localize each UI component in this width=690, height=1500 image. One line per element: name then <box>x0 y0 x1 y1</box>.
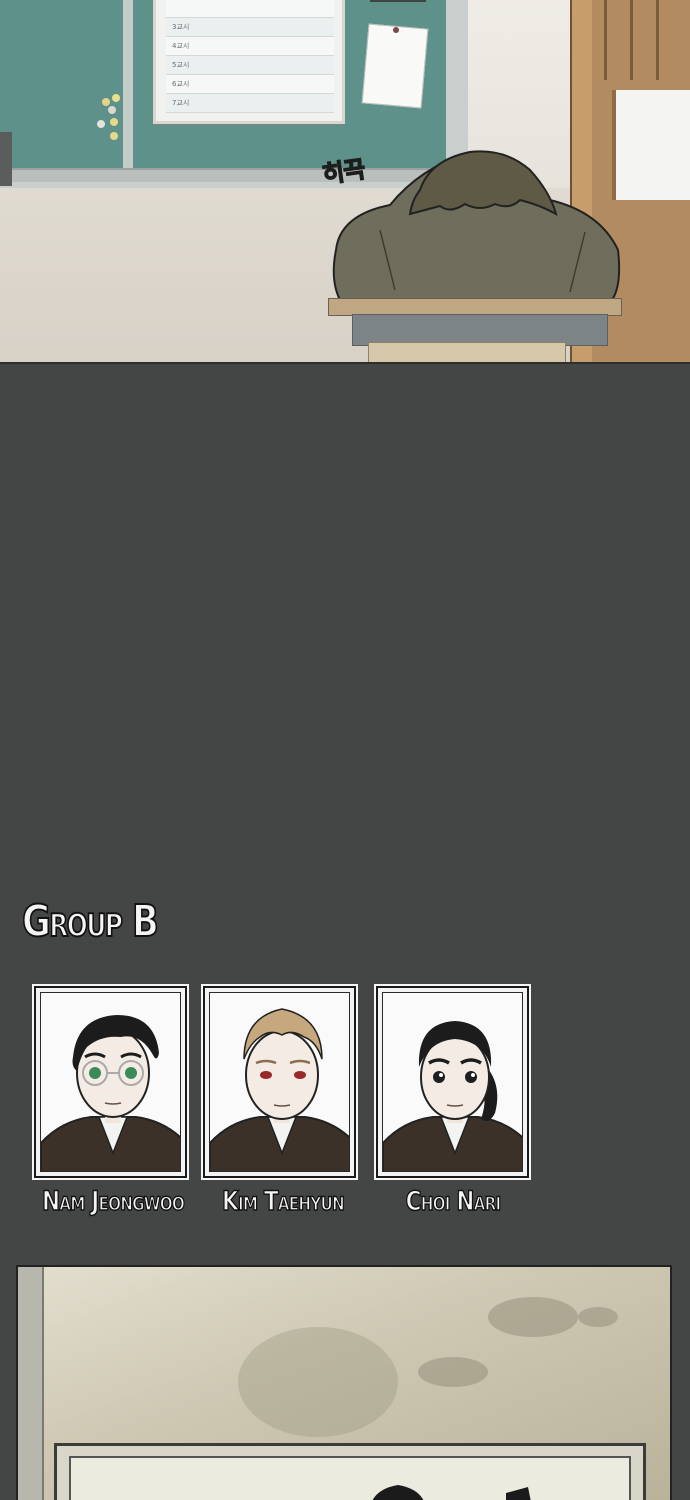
chair <box>368 342 566 362</box>
portrait-choi-nari <box>383 1021 522 1171</box>
next-panel <box>16 1265 672 1500</box>
portrait-nam-jeongwoo <box>41 1015 180 1171</box>
portrait-card-nam-jeongwoo <box>32 984 189 1180</box>
member-name: Nam Jeongwoo <box>41 1185 185 1218</box>
member-name: Choi Nari <box>405 1185 502 1218</box>
member-name: Kim Taehyun <box>221 1185 345 1218</box>
group-title: Group B <box>21 895 159 948</box>
hiccup-sfx: 히끅 <box>320 155 367 190</box>
portrait-kim-taehyun <box>210 1008 349 1171</box>
display-digit-shapes <box>372 1485 531 1500</box>
portrait-card-choi-nari <box>374 984 531 1180</box>
portrait-card-kim-taehyun <box>201 984 358 1180</box>
comic-page: 3교시 4교시 5교시 6교시 7교시 히끅 Group B Nam Jeong… <box>0 0 690 1500</box>
classroom-panel: 3교시 4교시 5교시 6교시 7교시 히끅 <box>0 0 690 364</box>
